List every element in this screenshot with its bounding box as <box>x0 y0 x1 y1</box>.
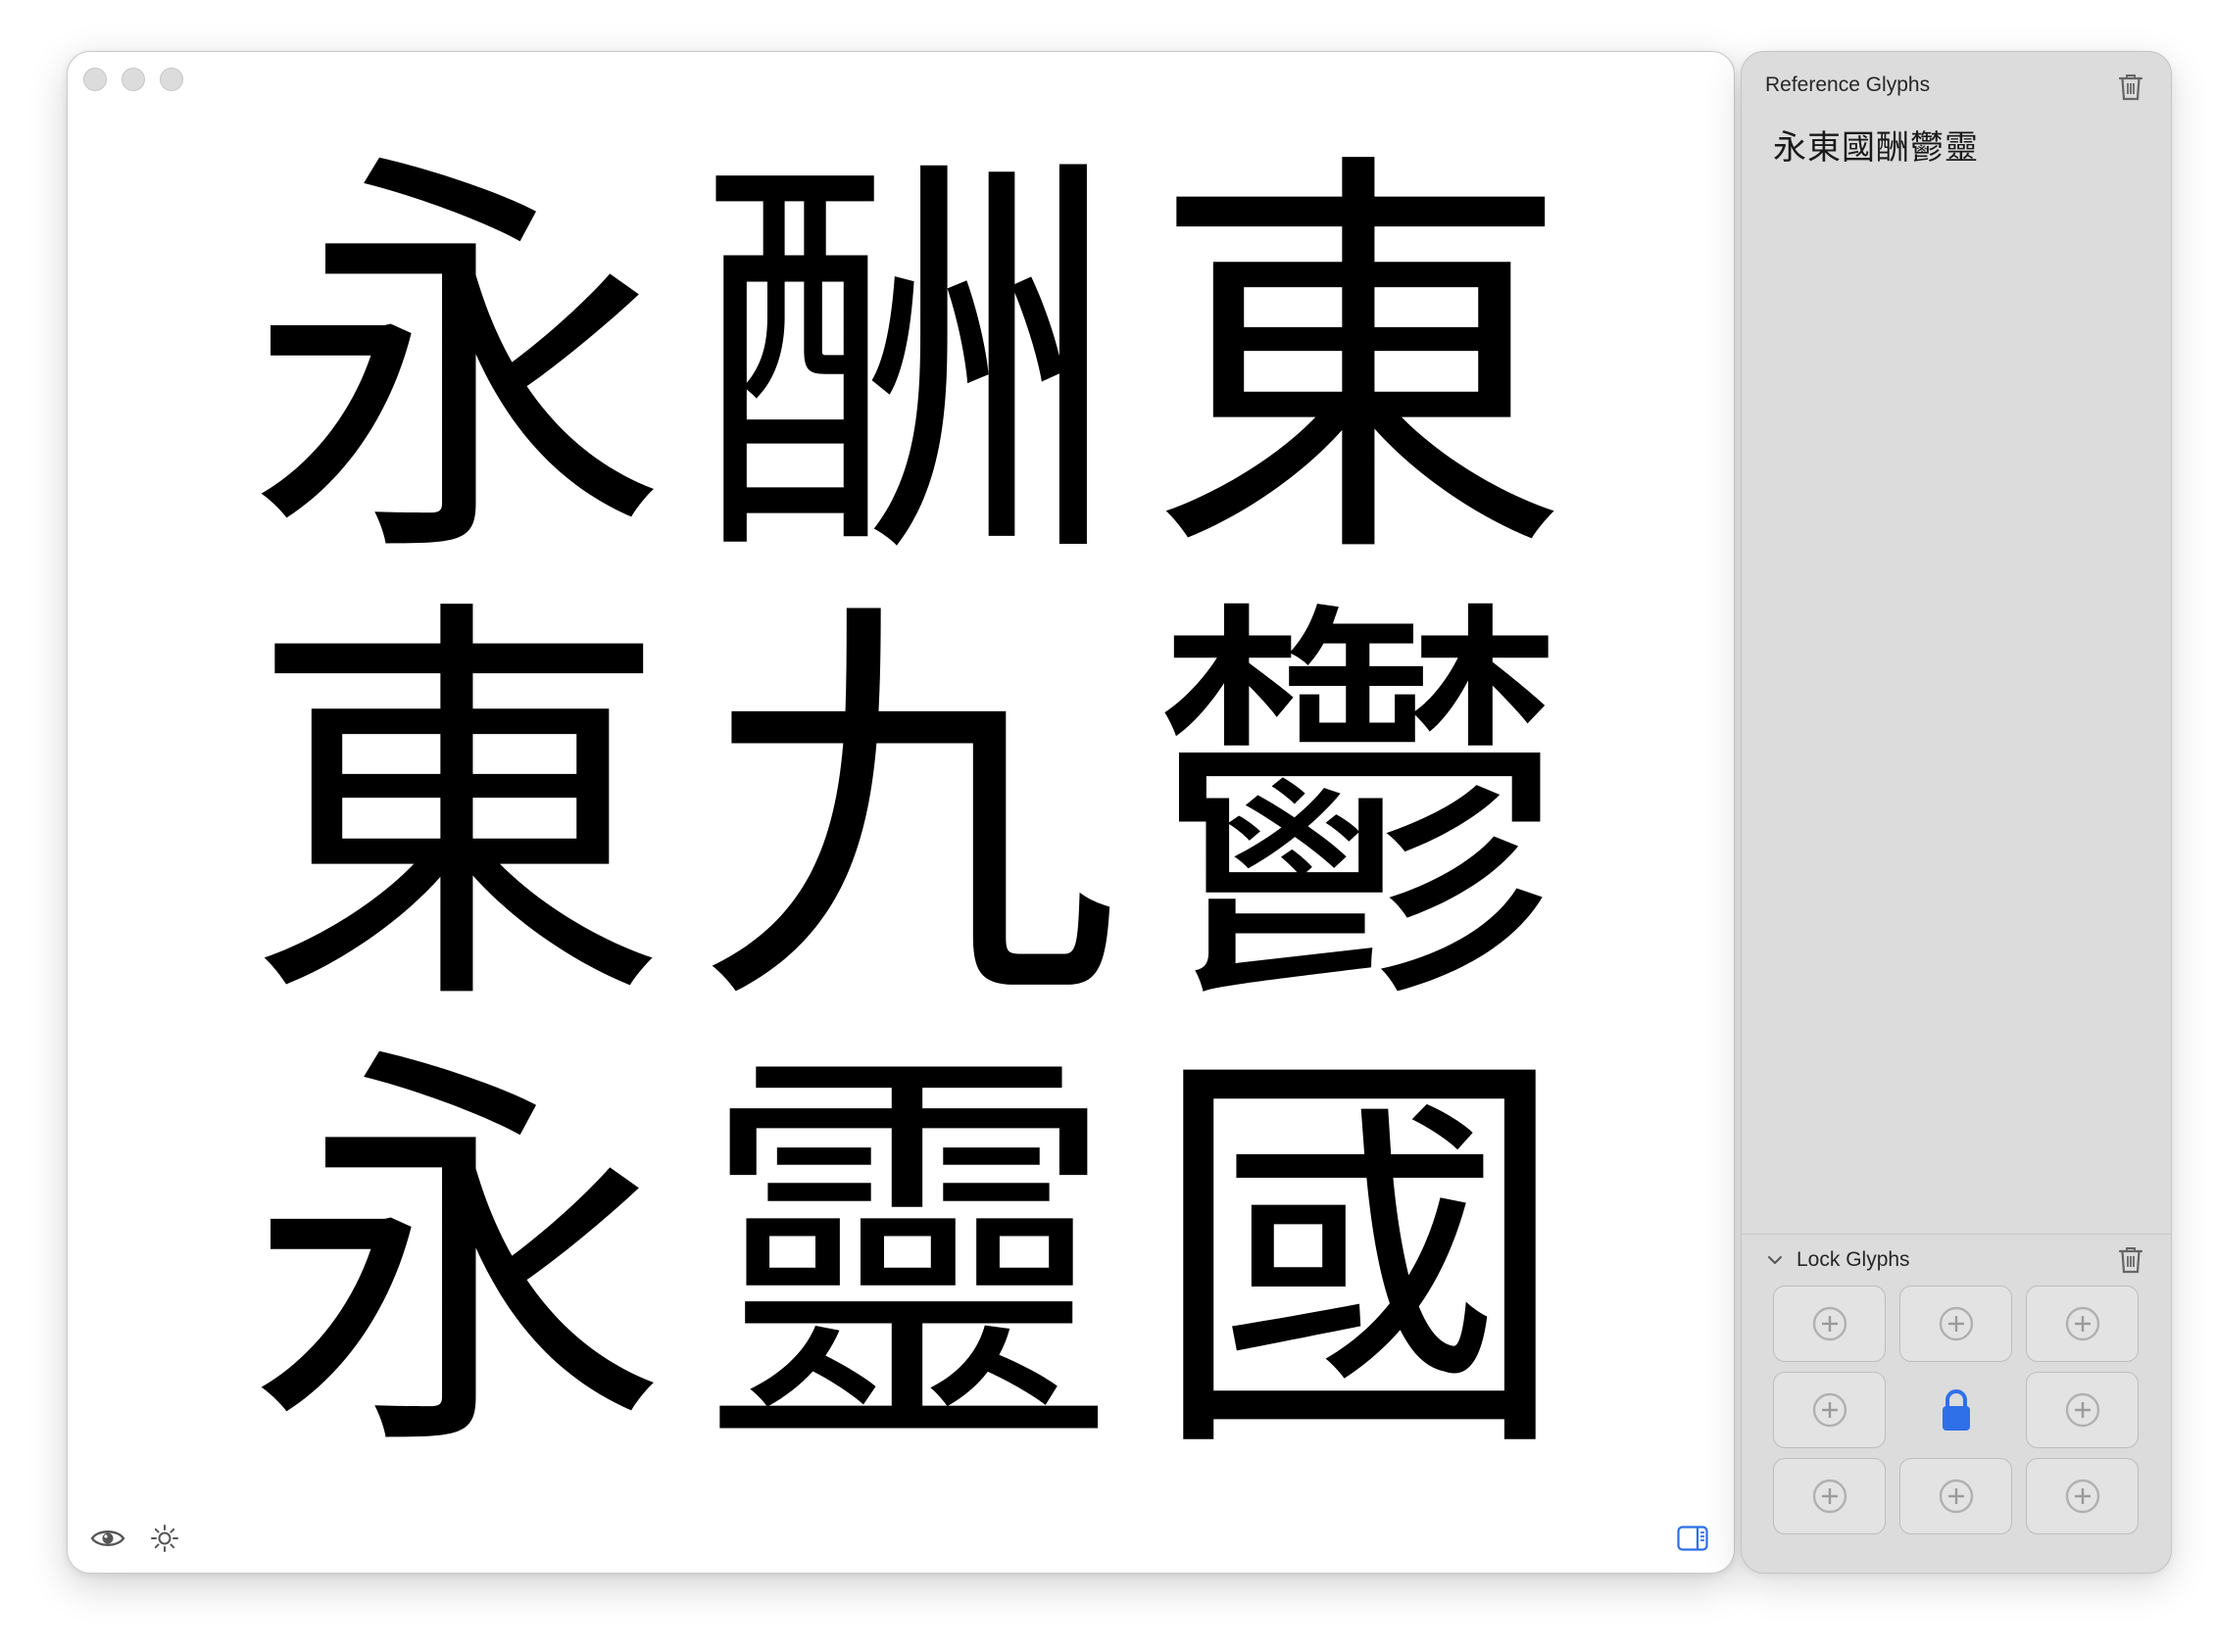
screen: 永 酬 東 東 九 鬱 永 靈 國 Reference Glyphs 永東國酬鬱… <box>0 0 2215 1652</box>
reference-glyphs-field[interactable]: 永東國酬鬱靈 <box>1773 121 1979 169</box>
sun-icon[interactable] <box>146 1522 183 1555</box>
side-panel: Reference Glyphs 永東國酬鬱靈 Lock Glyphs <box>1741 51 2172 1574</box>
lock-slot[interactable] <box>2026 1286 2139 1362</box>
window-controls <box>83 68 183 91</box>
lock-slot-locked[interactable] <box>1899 1372 2012 1448</box>
lock-glyphs-title: Lock Glyphs <box>1797 1248 1910 1271</box>
lock-slot[interactable] <box>2026 1372 2139 1448</box>
plus-circle-icon <box>1939 1479 1973 1514</box>
plus-circle-icon <box>2065 1479 2099 1514</box>
glyph-cell[interactable]: 靈 <box>683 1036 1134 1482</box>
lock-slot[interactable] <box>1773 1372 1886 1448</box>
bottom-toolbar <box>89 1522 183 1555</box>
lock-slot[interactable] <box>1899 1458 2012 1534</box>
lock-glyphs-header[interactable]: Lock Glyphs <box>1767 1248 1910 1272</box>
eye-icon[interactable] <box>89 1522 126 1555</box>
glyph-cell[interactable]: 東 <box>1134 142 1585 589</box>
lock-slot[interactable] <box>1773 1458 1886 1534</box>
plus-circle-icon <box>1812 1479 1846 1514</box>
minimize-button[interactable] <box>122 68 145 91</box>
glyph-preview-window: 永 酬 東 東 九 鬱 永 靈 國 <box>67 51 1735 1574</box>
reference-glyphs-title: Reference Glyphs <box>1765 73 1931 96</box>
plus-circle-icon <box>1812 1306 1846 1341</box>
glyph-cell[interactable]: 酬 <box>683 142 1134 589</box>
trash-icon[interactable] <box>2116 72 2145 103</box>
plus-circle-icon <box>1939 1306 1973 1341</box>
glyph-cell[interactable]: 永 <box>232 1036 683 1482</box>
plus-circle-icon <box>1812 1392 1846 1428</box>
trash-icon[interactable] <box>2116 1244 2145 1276</box>
lock-slot[interactable] <box>1899 1286 2012 1362</box>
lock-glyphs-section: Lock Glyphs <box>1742 1234 2171 1573</box>
glyph-cell[interactable]: 永 <box>232 142 683 589</box>
lock-icon <box>1942 1389 1970 1431</box>
close-button[interactable] <box>83 68 107 91</box>
lock-glyph-slots <box>1773 1286 2139 1534</box>
glyph-grid: 永 酬 東 東 九 鬱 永 靈 國 <box>232 142 1644 1494</box>
glyph-cell[interactable]: 國 <box>1134 1036 1585 1482</box>
glyph-cell[interactable]: 鬱 <box>1134 589 1585 1036</box>
plus-circle-icon <box>2065 1392 2099 1428</box>
glyph-cell[interactable]: 九 <box>683 589 1134 1036</box>
zoom-button[interactable] <box>160 68 183 91</box>
lock-slot[interactable] <box>2026 1458 2139 1534</box>
chevron-down-icon[interactable] <box>1767 1248 1783 1272</box>
plus-circle-icon <box>2065 1306 2099 1341</box>
lock-slot[interactable] <box>1773 1286 1886 1362</box>
sidebar-toggle-icon[interactable] <box>1675 1522 1710 1555</box>
glyph-cell[interactable]: 東 <box>232 589 683 1036</box>
